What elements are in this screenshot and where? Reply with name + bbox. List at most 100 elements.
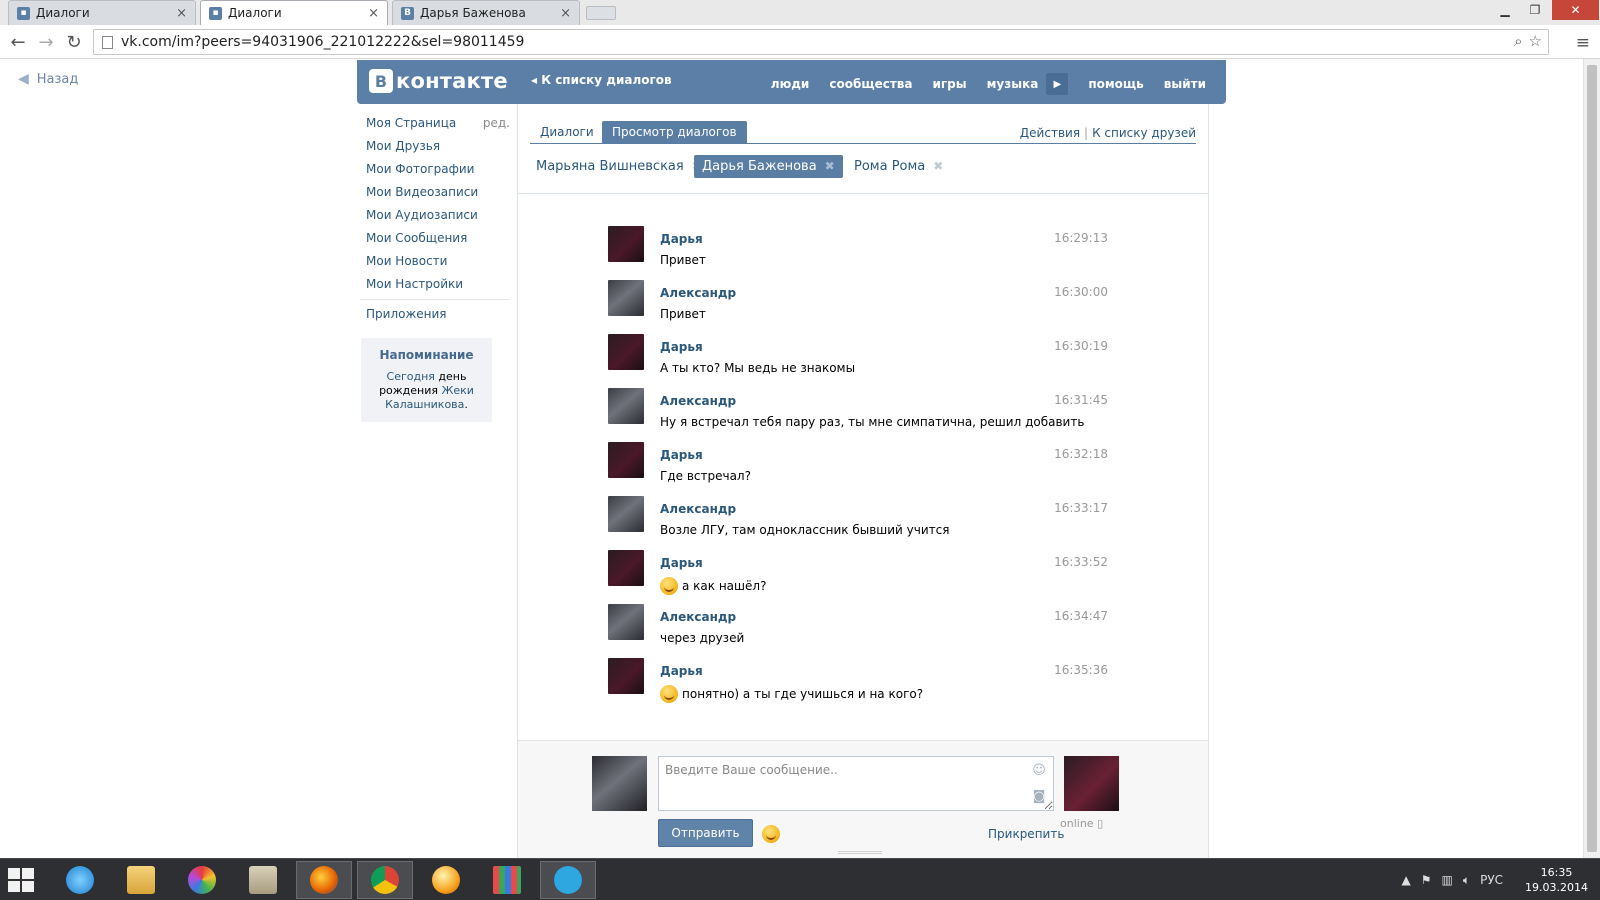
taskbar-notepad[interactable] — [235, 861, 291, 899]
window-close-icon[interactable]: ✕ — [1552, 0, 1599, 20]
new-tab-button[interactable] — [586, 6, 616, 20]
windows-start-icon[interactable] — [8, 868, 34, 892]
vk-logo[interactable]: В контакте — [369, 69, 508, 93]
close-peer-icon[interactable]: ✖ — [825, 155, 835, 178]
tray-expand-icon[interactable]: ▲ — [1402, 873, 1411, 887]
language-indicator[interactable]: РУС — [1480, 873, 1503, 887]
clock[interactable]: 16:35 19.03.2014 — [1525, 865, 1588, 895]
sidebar-item-videos[interactable]: Мои Видеозаписи — [360, 181, 510, 204]
sidebar-item-my-page[interactable]: Моя Страница ред. — [360, 112, 510, 135]
tab-view-dialogs[interactable]: Просмотр диалогов — [602, 121, 747, 144]
nav-communities[interactable]: сообщества — [829, 77, 912, 91]
close-peer-icon[interactable]: ✖ — [933, 155, 943, 178]
tab-close-icon[interactable]: × — [560, 6, 571, 21]
sidebar-item-settings[interactable]: Мои Настройки — [360, 273, 510, 296]
emoji-button-icon[interactable] — [762, 825, 780, 843]
message-author[interactable]: Дарья — [660, 232, 703, 246]
message-input[interactable] — [658, 756, 1054, 811]
left-menu: Моя Страница ред. Мои Друзья Мои Фотограф… — [360, 112, 510, 422]
nav-help[interactable]: помощь — [1088, 77, 1143, 91]
reminder-title: Напоминание — [379, 348, 474, 362]
tab-close-icon[interactable]: × — [176, 6, 187, 21]
my-avatar[interactable] — [592, 756, 647, 811]
play-icon[interactable]: ▶ — [1046, 73, 1069, 95]
avatar[interactable] — [608, 280, 644, 316]
nav-logout[interactable]: выйти — [1164, 77, 1206, 91]
browser-tab-2[interactable]: ▪ Диалоги × — [200, 0, 388, 25]
sidebar-item-apps[interactable]: Приложения — [360, 303, 510, 326]
message-author[interactable]: Дарья — [660, 340, 703, 354]
avatar[interactable] — [608, 604, 644, 640]
message-author[interactable]: Александр — [660, 610, 736, 624]
tab-dialogs[interactable]: Диалоги — [530, 121, 604, 144]
network-icon[interactable]: ▥ — [1442, 873, 1453, 887]
avatar[interactable] — [608, 550, 644, 586]
restore-icon[interactable]: ❐ — [1520, 0, 1550, 20]
messenger-icon — [432, 866, 460, 894]
nav-people[interactable]: люди — [771, 77, 810, 91]
sidebar-item-news[interactable]: Мои Новости — [360, 250, 510, 273]
taskbar-explorer[interactable] — [113, 861, 169, 899]
message-author[interactable]: Дарья — [660, 448, 703, 462]
taskbar-firefox[interactable] — [296, 861, 352, 899]
reminder-today-link[interactable]: Сегодня — [387, 370, 435, 383]
resize-grip[interactable] — [838, 851, 882, 854]
avatar[interactable] — [608, 226, 644, 262]
peer-tab-1[interactable]: Марьяна Вишневская✖ — [528, 155, 710, 178]
friends-list-link[interactable]: К списку друзей — [1092, 126, 1196, 140]
message-author[interactable]: Александр — [660, 394, 736, 408]
attach-link[interactable]: Прикрепить — [988, 827, 1064, 841]
sidebar-item-audio[interactable]: Мои Аудиозаписи — [360, 204, 510, 227]
back-link[interactable]: ◀ Назад — [18, 71, 78, 87]
address-url[interactable]: vk.com/im?peers=94031906_221012222&sel=9… — [121, 34, 524, 50]
peer-tab-3[interactable]: Рома Рома ✖ — [846, 155, 951, 178]
nav-games[interactable]: игры — [933, 77, 967, 91]
send-button[interactable]: Отправить — [658, 819, 753, 847]
page-scrollbar[interactable] — [1583, 59, 1600, 858]
avatar[interactable] — [608, 658, 644, 694]
back-to-dialogs-link[interactable]: ◂ К списку диалогов — [531, 73, 672, 87]
avatar[interactable] — [608, 496, 644, 532]
browser-tab-3[interactable]: В Дарья Баженова × — [392, 0, 580, 25]
peer-name: Марьяна Вишневская — [536, 159, 684, 174]
emoji-picker-icon[interactable]: ☺ — [1032, 763, 1046, 778]
actions-link[interactable]: Действия — [1020, 126, 1080, 140]
message-author[interactable]: Александр — [660, 502, 736, 516]
taskbar-chrome[interactable] — [357, 861, 413, 899]
scrollbar-thumb[interactable] — [1587, 65, 1597, 852]
message-author[interactable]: Дарья — [660, 664, 703, 678]
taskbar-messenger[interactable] — [418, 861, 474, 899]
taskbar-picasa[interactable] — [174, 861, 230, 899]
peer-tab-2[interactable]: Дарья Баженова ✖ — [694, 155, 843, 178]
browser-menu-icon[interactable]: ≡ — [1576, 33, 1590, 53]
address-bar[interactable]: vk.com/im?peers=94031906_221012222&sel=9… — [93, 29, 1549, 55]
zoom-icon[interactable]: ⌕ — [1514, 32, 1522, 50]
message-row: Александр 16:34:47 через друзей — [608, 604, 1108, 658]
sidebar-item-messages[interactable]: Мои Сообщения — [360, 227, 510, 250]
tab-close-icon[interactable]: × — [368, 6, 379, 21]
peer-avatar[interactable] — [1064, 756, 1119, 811]
message-author[interactable]: Александр — [660, 286, 736, 300]
forward-arrow-icon[interactable]: → — [34, 30, 58, 54]
message-author[interactable]: Дарья — [660, 556, 703, 570]
back-arrow-icon[interactable]: ← — [6, 30, 30, 54]
edit-link[interactable]: ред. — [483, 112, 510, 135]
avatar[interactable] — [608, 388, 644, 424]
taskbar-apps[interactable] — [479, 861, 535, 899]
bookmark-star-icon[interactable]: ☆ — [1529, 32, 1542, 50]
action-center-flag-icon[interactable]: ⚑ — [1421, 873, 1432, 887]
message-row: Дарья 16:30:19 А ты кто? Мы ведь не знак… — [608, 334, 1108, 388]
reload-icon[interactable]: ↻ — [62, 30, 86, 54]
minimize-icon[interactable]: ▁ — [1490, 0, 1520, 20]
sidebar-item-friends[interactable]: Мои Друзья — [360, 135, 510, 158]
taskbar-ie[interactable] — [52, 861, 108, 899]
avatar[interactable] — [608, 442, 644, 478]
avatar[interactable] — [608, 334, 644, 370]
browser-tab-1[interactable]: ▪ Диалоги × — [8, 0, 196, 25]
nav-music[interactable]: музыка — [987, 77, 1039, 91]
volume-icon[interactable]: 🔈︎ — [1463, 873, 1470, 888]
peer-name: Дарья Баженова — [702, 159, 817, 174]
sidebar-item-photos[interactable]: Мои Фотографии — [360, 158, 510, 181]
camera-icon[interactable]: ◙ — [1032, 789, 1046, 804]
taskbar-telegram[interactable] — [540, 861, 596, 899]
